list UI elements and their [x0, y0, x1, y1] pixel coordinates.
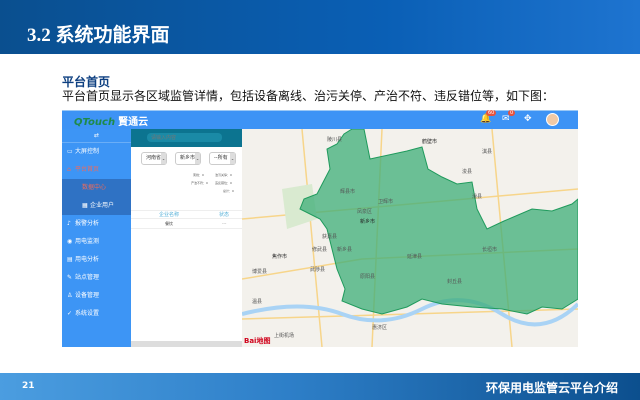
map-label: 鹤壁市 — [422, 138, 437, 145]
fullscreen-icon[interactable]: ✥ — [524, 114, 532, 124]
search-input[interactable] — [147, 133, 222, 142]
sidebar-item-label: 站点管理 — [75, 274, 100, 281]
mail-icon[interactable]: ✉ 0 — [502, 110, 516, 124]
home-icon: ⌂ — [67, 166, 71, 173]
sidebar-item-label: 大屏控制 — [75, 148, 100, 155]
horizontal-scrollbar[interactable] — [131, 341, 242, 347]
map-label: 博爱县 — [252, 268, 267, 275]
province-select[interactable]: 河南省 ⌄ — [141, 152, 167, 165]
bell-icon[interactable]: 🔔 60 — [480, 110, 497, 124]
top-bar: QTouch 賢通云 🔔 60 ✉ 0 ✥ — [62, 110, 578, 129]
stat-mismatch: 产治不符：0 — [191, 181, 208, 185]
region-panel: 河南省⌄ 新乡市⌄ --所有⌄ 离线：0 治污关停：0 产治不符：0 违反错位：… — [131, 129, 242, 347]
wrench-icon: ✓ — [67, 310, 73, 317]
district-select[interactable]: --所有 ⌄ — [209, 152, 236, 165]
slide-header: 3.2 系统功能界面 — [0, 0, 640, 54]
sitemap-icon: ♙ — [67, 292, 73, 299]
map-label: 新乡市 — [360, 218, 375, 225]
sidebar-item-label: 用电监测 — [75, 238, 100, 245]
bell-icon: ♪ — [67, 220, 71, 227]
sidebar-item-label: 设备管理 — [75, 292, 100, 299]
map-label: 卫辉市 — [378, 198, 393, 205]
city-select[interactable]: 新乡市 ⌄ — [175, 152, 201, 165]
map-label: 惠济区 — [372, 324, 387, 331]
table-header: 企业名称 状态 — [131, 210, 242, 219]
alarm-badge: 60 — [486, 110, 497, 116]
map-label: 封丘县 — [447, 278, 462, 285]
sidebar-item-label: 用电分析 — [75, 256, 100, 263]
sidebar-item-3[interactable]: ▦ 企业用户 — [62, 197, 131, 215]
monitor-icon: ▭ — [67, 148, 73, 155]
section-description: 平台首页显示各区域监管详情，包括设备离线、治污关停、产治不符、违反错位等，如下图… — [62, 89, 555, 103]
avatar[interactable] — [546, 113, 559, 126]
map-label: 焦作市 — [272, 253, 287, 260]
sidebar-item-label: 平台首页 — [75, 166, 100, 173]
map-label: 陵川县 — [327, 136, 342, 143]
table-row[interactable]: 餐饮 --- — [131, 221, 242, 229]
sidebar-toggle[interactable]: ⇄ — [62, 129, 131, 143]
stat-offline: 离线：0 — [193, 173, 204, 177]
page-number: 21 — [22, 381, 35, 391]
sidebar-item-label: 系统设置 — [75, 310, 100, 317]
slide-title: 3.2 系统功能界面 — [27, 25, 170, 46]
map-label: 武陟县 — [310, 266, 325, 273]
sidebar-item-label: 报警分析 — [75, 220, 100, 227]
xinxiang-region[interactable] — [299, 128, 579, 315]
map-label: 延津县 — [407, 253, 422, 260]
map-label: 上街机场 — [274, 332, 294, 339]
sidebar-item-1[interactable]: ⌂ 平台首页 — [62, 161, 131, 179]
sidebar-item-label: 数据中心 — [82, 184, 107, 191]
map-label: 浚县 — [462, 168, 472, 175]
sidebar-item-0[interactable]: ▭ 大屏控制 — [62, 143, 131, 161]
map-label: 新乡县 — [337, 246, 352, 253]
sidebar-item-7[interactable]: ✎ 站点管理 — [62, 269, 131, 287]
sidebar: ⇄ ▭ 大屏控制 ⌂ 平台首页 数据中心 ▦ 企业用户 ♪ 报警分析 ◉ 用电监测 ▤ 用电分析 ✎ 站点管… — [62, 129, 131, 347]
stat-total: 总计：0 — [223, 189, 234, 193]
grid-icon: ▦ — [82, 202, 88, 209]
pin-icon: ✎ — [67, 274, 73, 281]
stat-shutdown: 治污关停：0 — [215, 173, 232, 177]
sidebar-item-2[interactable]: 数据中心 — [62, 179, 131, 197]
map-label: 原阳县 — [360, 273, 375, 280]
sidebar-item-6[interactable]: ▤ 用电分析 — [62, 251, 131, 269]
map-label: 温县 — [252, 298, 262, 305]
slide-footer: 21 环保用电监管云平台介绍 — [0, 373, 640, 400]
sidebar-item-5[interactable]: ◉ 用电监测 — [62, 233, 131, 251]
map-label: 长垣市 — [482, 246, 497, 253]
sidebar-item-4[interactable]: ♪ 报警分析 — [62, 215, 131, 233]
map-label: 凤泉区 — [357, 208, 372, 215]
mail-badge: 0 — [508, 110, 516, 116]
logo: QTouch 賢通云 — [74, 117, 149, 128]
stat-violation: 违反错位：0 — [215, 181, 232, 185]
map-label: 辉县市 — [340, 188, 355, 195]
map-label: 获嘉县 — [322, 233, 337, 240]
chart-icon: ▤ — [67, 256, 73, 263]
map[interactable]: 陵川县辉县市卫辉市 凤泉区新乡市获嘉县 新乡县原阳县 延津县封丘县 长垣市焦作市 修武县武… — [241, 128, 580, 348]
app-screenshot: QTouch 賢通云 🔔 60 ✉ 0 ✥ ⇄ ▭ 大屏控制 ⌂ 平台首页数据中心 ▦ 企业用户… — [62, 110, 580, 348]
sidebar-item-9[interactable]: ✓ 系统设置 — [62, 305, 131, 323]
map-label: 修武县 — [312, 246, 327, 253]
footer-title: 环保用电监管云平台介绍 — [485, 381, 618, 395]
map-label: 滑县 — [472, 193, 482, 200]
baidu-logo: Bai地图 — [244, 336, 270, 345]
eye-icon: ◉ — [67, 238, 73, 245]
map-label: 淇县 — [482, 148, 492, 155]
sidebar-item-8[interactable]: ♙ 设备管理 — [62, 287, 131, 305]
sidebar-item-label: 企业用户 — [90, 202, 115, 209]
